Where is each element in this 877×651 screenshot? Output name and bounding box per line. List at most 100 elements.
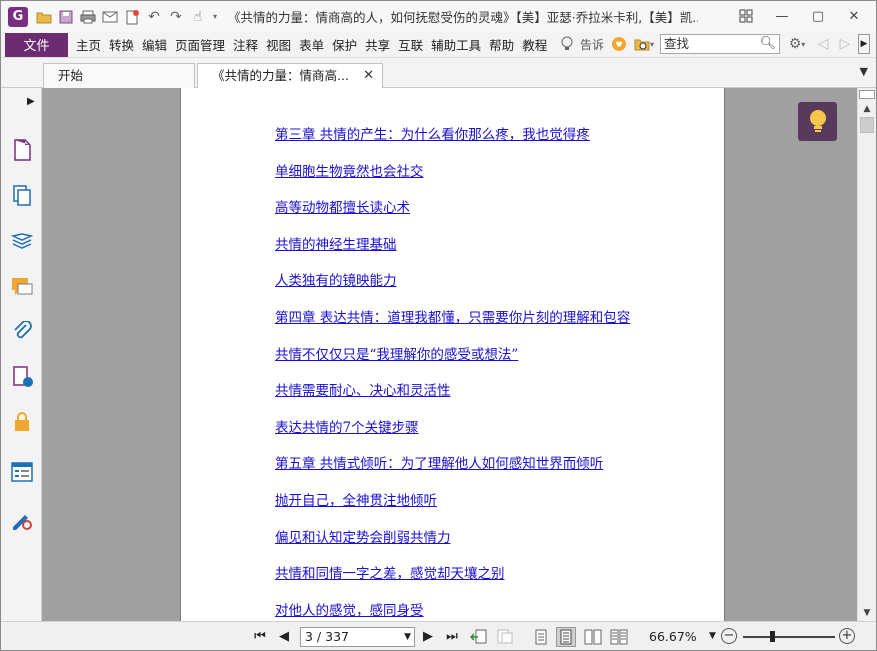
minimize-button[interactable]: — [764, 5, 800, 27]
attachments-icon[interactable] [10, 320, 34, 344]
tab-bar: 开始 《共情的力量：情商高... ✕ ▼ [1, 59, 876, 88]
lightbulb-icon [809, 109, 826, 132]
open-icon[interactable] [34, 7, 54, 27]
settings-icon[interactable]: ⚙ ▾ [784, 34, 810, 54]
layers-icon[interactable] [10, 230, 34, 254]
security-icon[interactable] [10, 410, 34, 434]
comments-icon[interactable] [10, 275, 34, 299]
toc-link[interactable]: 第四章 表达共情：道理我都懂，只需要你片刻的理解和包容 [275, 309, 630, 346]
save-icon[interactable] [56, 7, 76, 27]
continuous-view-icon[interactable] [556, 627, 576, 647]
toc-link[interactable]: 偏见和认知定势会削弱共情力 [275, 529, 630, 566]
find-options-icon[interactable]: ▾ [632, 34, 656, 54]
navigation-panel: ▶ [1, 88, 42, 621]
feedback-icon[interactable] [610, 34, 628, 54]
app-logo-icon[interactable]: G [8, 6, 28, 27]
app-window: G ↶ ↷ ☝ ▾ 《共情的力量：情商高的人，如何抚慰受伤的灵魂》【美】亚瑟·乔… [0, 0, 877, 651]
zoom-level[interactable]: 66.67% [649, 629, 697, 644]
previous-page-icon[interactable]: ◀ [275, 627, 293, 645]
hand-tool-icon[interactable]: ☝ [188, 7, 208, 27]
file-menu-button[interactable]: 文件 [5, 32, 68, 57]
next-page-icon[interactable]: ▶ [419, 627, 437, 645]
menu-share[interactable]: 共享 [361, 35, 394, 54]
zoom-out-icon[interactable]: − [721, 628, 737, 644]
ribbon-toggle-icon[interactable] [728, 5, 764, 27]
tab-list-dropdown-icon[interactable]: ▼ [860, 65, 868, 78]
tell-me-label[interactable]: 告诉 [580, 36, 604, 53]
menu-protect[interactable]: 保护 [328, 35, 361, 54]
maximize-button[interactable]: ▢ [800, 5, 836, 27]
toc-link[interactable]: 对他人的感觉，感同身受 [275, 602, 630, 621]
page-number-field[interactable]: 3 / 337 ▼ [300, 627, 415, 647]
zoom-in-icon[interactable]: + [839, 628, 855, 644]
menu-form[interactable]: 表单 [295, 35, 328, 54]
toc-link[interactable]: 人类独有的镜映能力 [275, 272, 630, 309]
tab-document[interactable]: 《共情的力量：情商高... ✕ [197, 63, 383, 88]
toc-link[interactable]: 单细胞生物竟然也会社交 [275, 163, 630, 200]
toc-link[interactable]: 表达共情的7个关键步骤 [275, 419, 630, 456]
menu-bar: 文件 主页 转换 编辑 页面管理 注释 视图 表单 保护 共享 互联 辅助工具 … [1, 32, 876, 58]
table-of-contents: 第三章 共情的产生：为什么看你那么疼，我也觉得疼 单细胞生物竟然也会社交 高等动… [275, 126, 630, 621]
close-icon[interactable]: ✕ [363, 64, 374, 88]
toc-link[interactable]: 共情和同情一字之差，感觉却天壤之别 [275, 565, 630, 602]
window-controls: — ▢ ✕ [728, 5, 872, 27]
toc-link[interactable]: 共情不仅仅只是“我理解你的感受或想法” [275, 346, 630, 383]
menu-organize[interactable]: 页面管理 [171, 35, 229, 54]
first-page-icon[interactable]: ⏮ [251, 627, 269, 645]
scroll-down-icon[interactable]: ▼ [860, 606, 874, 620]
menu-home[interactable]: 主页 [72, 35, 105, 54]
menu-help[interactable]: 帮助 [485, 35, 518, 54]
continuous-facing-view-icon[interactable] [609, 627, 629, 647]
expand-ribbon-icon[interactable]: ▶ [858, 34, 870, 54]
search-placeholder: 查找 [664, 36, 690, 51]
certify-icon[interactable] [10, 508, 34, 532]
search-input[interactable]: 查找 🔍︎ [660, 34, 780, 54]
redo-icon[interactable]: ↷ [166, 7, 186, 27]
vertical-scrollbar[interactable]: ▲ ▼ [857, 88, 876, 621]
new-icon[interactable] [122, 7, 142, 27]
thumbnails-icon[interactable] [10, 184, 34, 208]
form-fields-icon[interactable] [10, 460, 34, 484]
signature-icon[interactable] [10, 365, 34, 389]
split-view-handle[interactable] [859, 90, 875, 99]
facing-view-icon[interactable] [583, 627, 603, 647]
scroll-up-icon[interactable]: ▲ [860, 102, 874, 116]
zoom-slider-thumb[interactable] [770, 631, 775, 642]
toc-link[interactable]: 抛开自己，全神贯注地倾听 [275, 492, 630, 529]
scrollbar-thumb[interactable] [860, 117, 874, 133]
title-bar: G ↶ ↷ ☝ ▾ 《共情的力量：情商高的人，如何抚慰受伤的灵魂》【美】亚瑟·乔… [1, 1, 876, 32]
menu-tutorial[interactable]: 教程 [518, 35, 551, 54]
toc-link[interactable]: 共情的神经生理基础 [275, 236, 630, 273]
menu-comment[interactable]: 注释 [229, 35, 262, 54]
search-icon[interactable]: 🔍︎ [759, 35, 776, 53]
tab-start[interactable]: 开始 [43, 63, 195, 88]
close-button[interactable]: ✕ [836, 5, 872, 27]
next-view-icon[interactable] [495, 627, 515, 647]
chevron-down-icon[interactable]: ▾ [210, 7, 220, 27]
document-canvas: 第三章 共情的产生：为什么看你那么疼，我也觉得疼 单细胞生物竟然也会社交 高等动… [42, 88, 857, 621]
toc-link[interactable]: 第三章 共情的产生：为什么看你那么疼，我也觉得疼 [275, 126, 630, 163]
chevron-down-icon[interactable]: ▼ [709, 631, 716, 641]
single-page-view-icon[interactable] [531, 627, 551, 647]
chevron-down-icon[interactable]: ▼ [404, 628, 411, 646]
menu-edit[interactable]: 编辑 [138, 35, 171, 54]
print-icon[interactable] [78, 7, 98, 27]
last-page-icon[interactable]: ⏭ [443, 627, 461, 645]
menu-connect[interactable]: 互联 [394, 35, 427, 54]
pages-icon[interactable] [10, 138, 34, 162]
lightbulb-icon[interactable] [558, 34, 576, 54]
forward-icon[interactable]: ▷ [836, 34, 854, 54]
menu-view[interactable]: 视图 [262, 35, 295, 54]
toc-link[interactable]: 共情需要耐心、决心和灵活性 [275, 382, 630, 419]
expand-panel-icon[interactable]: ▶ [27, 96, 35, 107]
tips-lightbulb-button[interactable] [798, 102, 837, 141]
menu-accessibility[interactable]: 辅助工具 [427, 35, 485, 54]
zoom-slider[interactable] [743, 636, 835, 638]
toc-link[interactable]: 高等动物都擅长读心术 [275, 199, 630, 236]
toc-link[interactable]: 第五章 共情式倾听：为了理解他人如何感知世界而倾听 [275, 455, 630, 492]
previous-view-icon[interactable] [469, 627, 489, 647]
back-icon[interactable]: ◁ [814, 34, 832, 54]
menu-convert[interactable]: 转换 [105, 35, 138, 54]
undo-icon[interactable]: ↶ [144, 7, 164, 27]
email-icon[interactable] [100, 7, 120, 27]
